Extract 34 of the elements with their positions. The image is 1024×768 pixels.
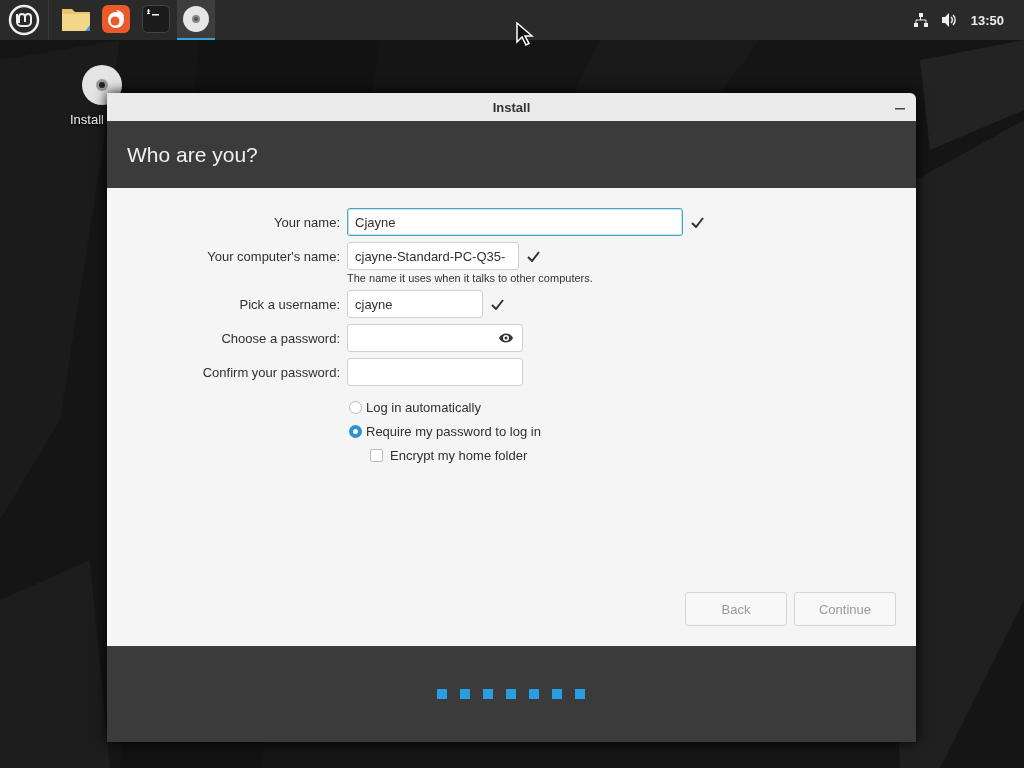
field-label: Choose a password:	[221, 330, 340, 346]
checkmark-icon	[491, 298, 504, 310]
folder-icon[interactable]	[61, 6, 91, 32]
checkbox[interactable]	[370, 449, 383, 462]
taskbar-button[interactable]	[177, 0, 215, 40]
page-heading: Who are you?	[127, 142, 258, 167]
text-field[interactable]: cjayne	[347, 290, 483, 318]
window-title: Install	[492, 99, 531, 115]
field-label: Pick a username:	[239, 296, 340, 312]
menu-logo-icon[interactable]	[8, 4, 40, 36]
radio-button[interactable]	[349, 401, 362, 414]
hint-text: The name it uses when it talks to other computers.	[347, 272, 594, 284]
password-field[interactable]	[347, 324, 523, 352]
field-label: Your computer's name:	[207, 248, 340, 264]
checkmark-icon	[691, 216, 704, 228]
disc-icon[interactable]	[182, 5, 210, 33]
checkmark-icon	[527, 250, 540, 262]
text-field[interactable]: cjayne-Standard-PC-Q35-	[347, 242, 519, 270]
clock[interactable]: 13:50	[970, 12, 1004, 28]
radio-label[interactable]: Log in automatically	[366, 400, 481, 415]
password-field[interactable]	[347, 358, 523, 386]
volume-icon[interactable]	[940, 12, 959, 28]
eye-icon[interactable]	[498, 332, 514, 344]
text-field[interactable]: Cjayne	[347, 208, 683, 236]
mouse-cursor-icon	[516, 22, 534, 46]
radio-label[interactable]: Require my password to log in	[366, 424, 541, 439]
terminal-icon[interactable]	[142, 5, 170, 33]
field-label: Your name:	[274, 214, 340, 230]
checkbox-label[interactable]: Encrypt my home folder	[390, 448, 528, 463]
network-icon[interactable]	[912, 12, 929, 28]
desktop-icon-label[interactable]: Install	[70, 112, 104, 127]
browser-icon[interactable]	[102, 5, 130, 33]
field-label: Confirm your password:	[202, 364, 340, 380]
radio-button[interactable]	[349, 425, 362, 438]
